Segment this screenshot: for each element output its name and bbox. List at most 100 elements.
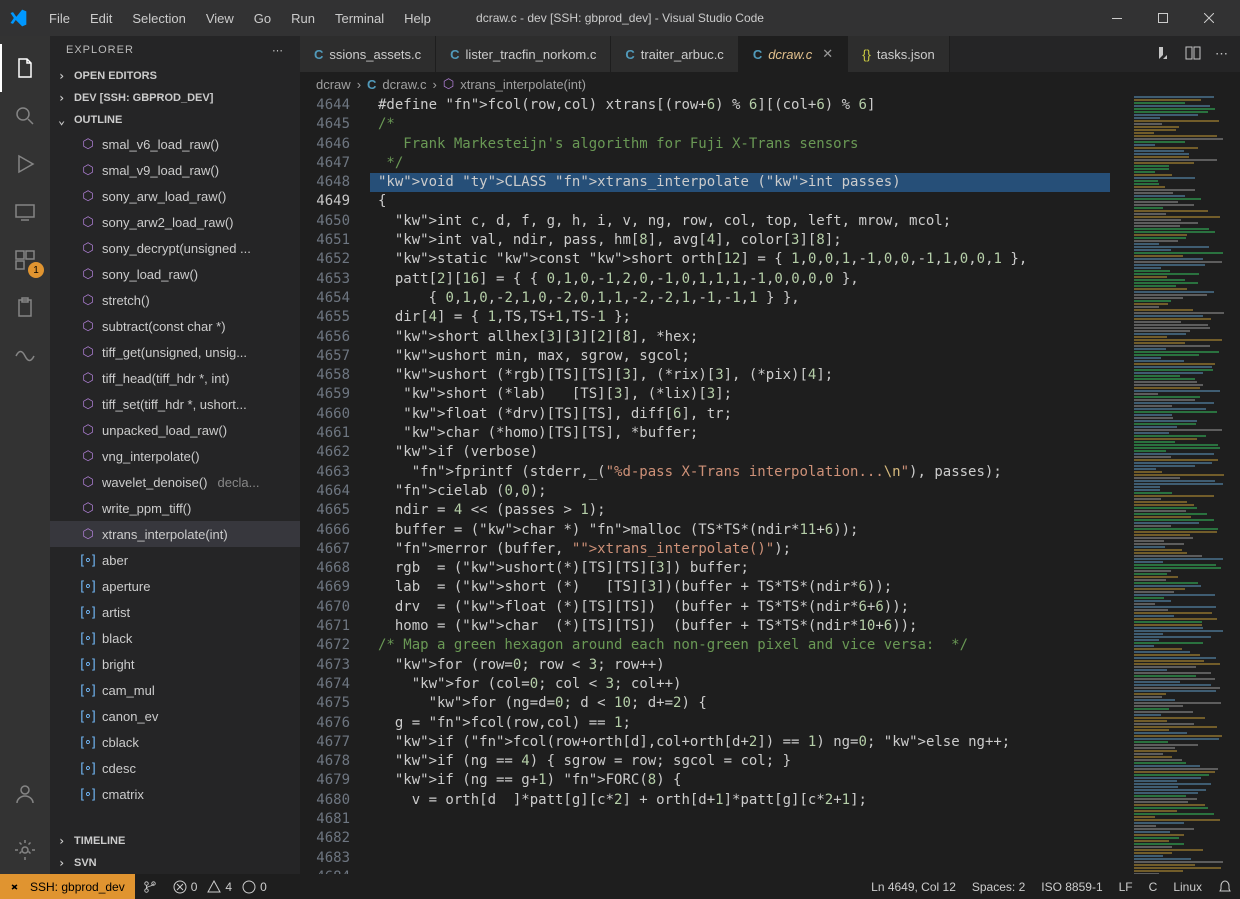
split-icon[interactable] (1185, 45, 1201, 64)
more-icon[interactable]: ⋯ (272, 44, 284, 57)
outline-item[interactable]: [∘] bright (50, 651, 300, 677)
outline-item[interactable]: [∘]cmatrix (50, 781, 300, 807)
tab[interactable]: Ctraiter_arbuc.c (611, 36, 738, 72)
tab[interactable]: {}tasks.json (848, 36, 950, 72)
outline-label: bright (102, 657, 135, 672)
method-icon: ⬡ (80, 500, 96, 516)
menu-edit[interactable]: Edit (81, 7, 121, 30)
section-dev[interactable]: ›DEV [SSH: GBPROD_DEV] (50, 87, 300, 109)
outline-item[interactable]: [∘]artist (50, 599, 300, 625)
problems[interactable]: 0 4 0 (165, 874, 275, 899)
maximize-button[interactable] (1140, 0, 1186, 36)
outline-item[interactable]: ⬡unpacked_load_raw() (50, 417, 300, 443)
menu-file[interactable]: File (40, 7, 79, 30)
variable-icon: [∘] (80, 656, 96, 672)
eol[interactable]: LF (1111, 880, 1141, 894)
outline-item[interactable]: [∘]cam_mul (50, 677, 300, 703)
sidebar-header: EXPLORER ⋯ (50, 36, 300, 65)
cursor-position[interactable]: Ln 4649, Col 12 (863, 880, 964, 894)
info-icon (242, 880, 256, 894)
scm-branch[interactable] (135, 874, 165, 899)
outline-item[interactable]: ⬡sony_load_raw() (50, 261, 300, 287)
outline-item[interactable]: [∘]cdesc (50, 755, 300, 781)
menu-selection[interactable]: Selection (123, 7, 194, 30)
outline-item[interactable]: ⬡tiff_head(tiff_hdr *, int) (50, 365, 300, 391)
search-icon (13, 104, 37, 128)
outline-item[interactable]: ⬡sony_decrypt(unsigned ... (50, 235, 300, 261)
outline-item[interactable]: [∘]aber (50, 547, 300, 573)
activity-search[interactable] (0, 92, 50, 140)
tab[interactable]: Cssions_assets.c (300, 36, 436, 72)
more-icon[interactable]: ⋯ (1215, 46, 1228, 62)
remote-icon (10, 880, 24, 894)
outline-item[interactable]: [∘]cblack (50, 729, 300, 755)
method-icon: ⬡ (80, 136, 96, 152)
outline-label: sony_decrypt(unsigned ... (102, 241, 251, 256)
outline-label: black (102, 631, 132, 646)
outline-label: cblack (102, 735, 139, 750)
method-icon: ⬡ (80, 448, 96, 464)
activity-explorer[interactable] (0, 44, 50, 92)
section-outline[interactable]: ⌄OUTLINE (50, 109, 300, 131)
indent[interactable]: Spaces: 2 (964, 880, 1033, 894)
outline-label: wavelet_denoise() (102, 475, 208, 490)
extensions-badge: 1 (28, 262, 44, 278)
activity-debug[interactable] (0, 140, 50, 188)
outline-item[interactable]: [∘]canon_ev (50, 703, 300, 729)
activity-settings[interactable] (0, 826, 50, 874)
close-button[interactable] (1186, 0, 1232, 36)
tab[interactable]: Cdcraw.c✕ (739, 36, 848, 72)
os[interactable]: Linux (1165, 880, 1210, 894)
outline-label: smal_v6_load_raw() (102, 137, 219, 152)
outline-item[interactable]: ⬡tiff_set(tiff_hdr *, ushort... (50, 391, 300, 417)
minimap[interactable] (1130, 96, 1240, 874)
ssh-indicator[interactable]: SSH: gbprod_dev (0, 874, 135, 899)
section-timeline[interactable]: ›TIMELINE (50, 830, 300, 852)
outline-label: cdesc (102, 761, 136, 776)
outline-label: sony_arw_load_raw() (102, 189, 226, 204)
section-svn[interactable]: ›SVN (50, 852, 300, 874)
menu-view[interactable]: View (197, 7, 243, 30)
variable-icon: [∘] (80, 630, 96, 646)
compare-icon[interactable] (1155, 45, 1171, 64)
warning-icon (207, 880, 221, 894)
outline-item[interactable]: ⬡sony_arw_load_raw() (50, 183, 300, 209)
tab[interactable]: Clister_tracfin_norkom.c (436, 36, 611, 72)
outline-item[interactable]: ⬡vng_interpolate() (50, 443, 300, 469)
section-open-editors[interactable]: ›OPEN EDITORS (50, 65, 300, 87)
outline-item[interactable]: ⬡write_ppm_tiff() (50, 495, 300, 521)
c-file-icon: C (625, 47, 634, 62)
language[interactable]: C (1141, 880, 1166, 894)
tabs-row: Cssions_assets.cClister_tracfin_norkom.c… (300, 36, 1240, 72)
outline-item[interactable]: ⬡smal_v9_load_raw() (50, 157, 300, 183)
outline-item[interactable]: ⬡xtrans_interpolate(int) (50, 521, 300, 547)
outline-item[interactable]: ⬡stretch() (50, 287, 300, 313)
activity-account[interactable] (0, 770, 50, 818)
outline-item[interactable]: ⬡tiff_get(unsigned, unsig... (50, 339, 300, 365)
bell-icon[interactable] (1210, 880, 1240, 894)
activity-custom[interactable] (0, 332, 50, 380)
outline-item[interactable]: [∘]aperture (50, 573, 300, 599)
menu-help[interactable]: Help (395, 7, 440, 30)
activity-clipboard[interactable] (0, 284, 50, 332)
close-icon[interactable]: ✕ (822, 46, 833, 62)
method-icon: ⬡ (80, 344, 96, 360)
code-container[interactable]: 4644464546464647464846494650465146524653… (300, 96, 1240, 874)
encoding[interactable]: ISO 8859-1 (1033, 880, 1110, 894)
minimize-button[interactable] (1094, 0, 1140, 36)
variable-icon: [∘] (80, 682, 96, 698)
outline-list: ⬡smal_v6_load_raw()⬡smal_v9_load_raw()⬡s… (50, 131, 300, 830)
outline-item[interactable]: ⬡subtract(const char *) (50, 313, 300, 339)
code-editor[interactable]: #define "fn">fcol(row,col) xtrans[(row+6… (370, 96, 1240, 874)
activity-remote[interactable] (0, 188, 50, 236)
outline-item[interactable]: [∘] black (50, 625, 300, 651)
menu-run[interactable]: Run (282, 7, 324, 30)
outline-item[interactable]: ⬡ smal_v6_load_raw() (50, 131, 300, 157)
menu-go[interactable]: Go (245, 7, 280, 30)
outline-item[interactable]: ⬡wavelet_denoise()decla... (50, 469, 300, 495)
activity-extensions[interactable]: 1 (0, 236, 50, 284)
breadcrumb[interactable]: dcraw› Cdcraw.c› ⬡xtrans_interpolate(int… (300, 72, 1240, 96)
outline-item[interactable]: ⬡sony_arw2_load_raw() (50, 209, 300, 235)
menu-terminal[interactable]: Terminal (326, 7, 393, 30)
c-file-icon: C (753, 47, 762, 62)
